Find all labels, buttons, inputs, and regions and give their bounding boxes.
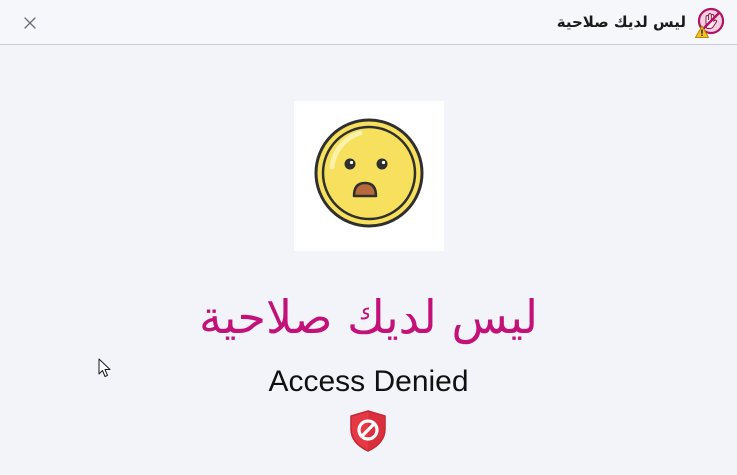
shield-block-icon (350, 410, 386, 452)
close-button[interactable] (18, 11, 42, 35)
title-bar: ليس لديك صلاحية (0, 0, 737, 45)
sad-face-emoji-icon (314, 118, 424, 228)
emoji-image (294, 101, 444, 251)
mouse-pointer-icon (98, 358, 111, 377)
arabic-heading: ليس لديك صلاحية (198, 290, 538, 344)
access-denied-window: ليس لديك صلاحية ليس لديك صلاحية Access D… (0, 0, 737, 475)
no-permission-warning-icon (695, 7, 725, 38)
window-title: ليس لديك صلاحية (556, 13, 686, 31)
close-icon (24, 17, 36, 29)
